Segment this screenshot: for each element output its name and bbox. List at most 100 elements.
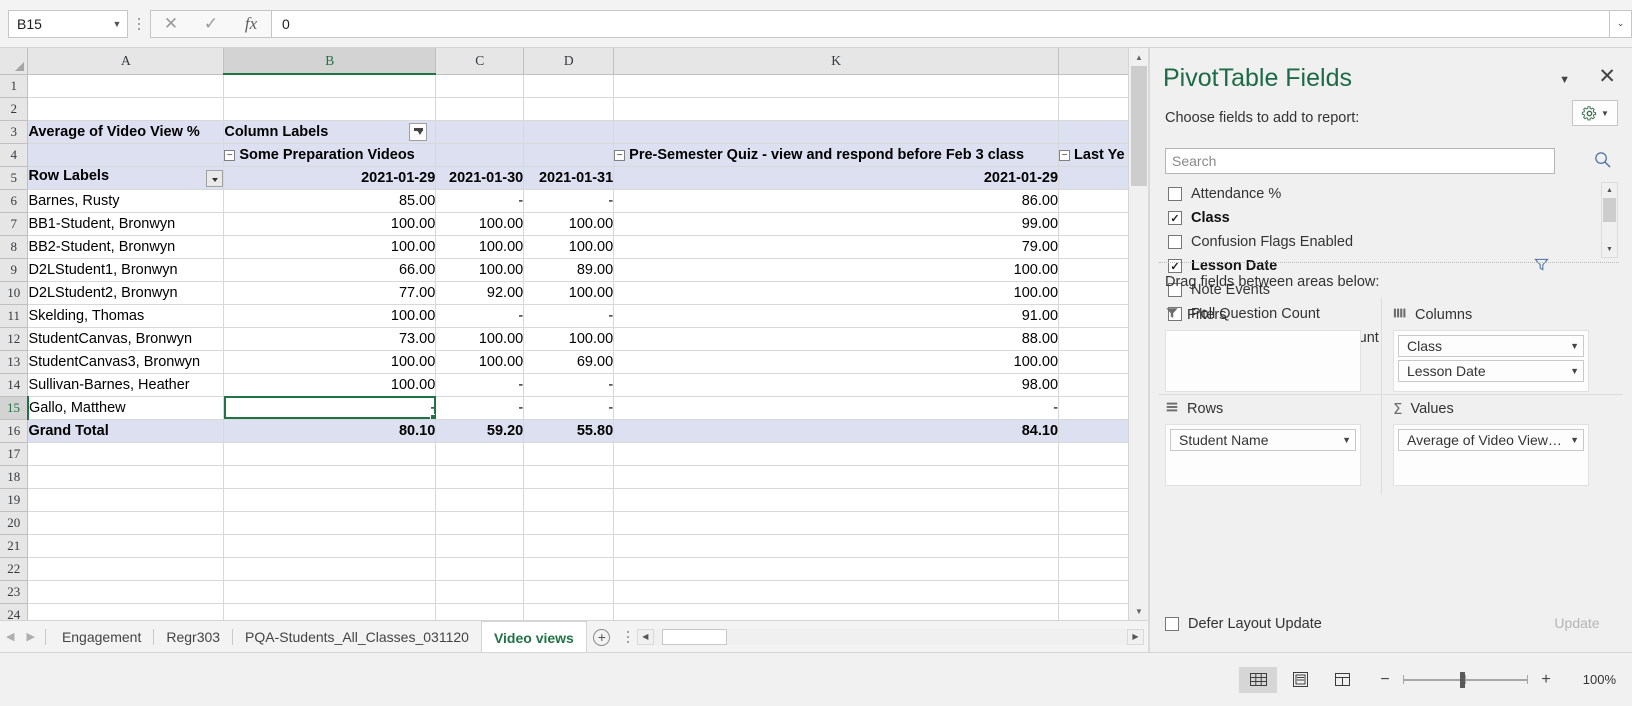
cell-k23[interactable] <box>614 580 1059 603</box>
page-layout-icon[interactable] <box>1281 667 1319 693</box>
cell-c9[interactable]: 100.00 <box>436 258 524 281</box>
hscroll-left-icon[interactable]: ◀ <box>637 629 654 645</box>
tab-overflow-icon[interactable] <box>627 631 629 643</box>
cell-d14[interactable]: - <box>524 373 614 396</box>
cell-c22[interactable] <box>436 557 524 580</box>
sheet-prev-icon[interactable]: ◀ <box>6 630 14 643</box>
cell-a3-value-caption[interactable]: Average of Video View % <box>28 120 224 143</box>
cell-d19[interactable] <box>524 488 614 511</box>
cell-k5-date[interactable]: 2021-01-29 <box>614 166 1059 189</box>
row-header-2[interactable]: 2 <box>0 97 28 120</box>
cell-c15[interactable]: - <box>436 396 524 419</box>
cell-b22[interactable] <box>224 557 436 580</box>
cell-k16-grand-total[interactable]: 84.10 <box>614 419 1059 442</box>
cell-b3-column-labels[interactable]: Column Labels <box>224 120 436 143</box>
cell-k12[interactable]: 88.00 <box>614 327 1059 350</box>
cell-a2[interactable] <box>28 97 224 120</box>
cell-c12[interactable]: 100.00 <box>436 327 524 350</box>
cell-b5-date[interactable]: 2021-01-29 <box>224 166 436 189</box>
cell-k7[interactable]: 99.00 <box>614 212 1059 235</box>
cell-k9[interactable]: 100.00 <box>614 258 1059 281</box>
area-filters-dropzone[interactable] <box>1165 330 1361 392</box>
collapse-group-1-icon[interactable]: − <box>224 150 235 161</box>
field-list-scrollbar[interactable]: ▲ ▼ <box>1601 182 1618 258</box>
cell-c8[interactable]: 100.00 <box>436 235 524 258</box>
zoom-slider[interactable] <box>1403 679 1528 681</box>
cell-d15[interactable]: - <box>524 396 614 419</box>
cell-c14[interactable]: - <box>436 373 524 396</box>
cell-d8[interactable]: 100.00 <box>524 235 614 258</box>
cell-b12[interactable]: 73.00 <box>224 327 436 350</box>
checkbox-unchecked-icon[interactable] <box>1168 187 1182 201</box>
filter-icon[interactable] <box>1534 257 1549 276</box>
vertical-scrollbar-thumb[interactable] <box>1131 66 1147 186</box>
grid-vertical-scrollbar[interactable]: ▲ ▼ <box>1128 48 1148 620</box>
add-sheet-icon[interactable]: + <box>587 627 617 647</box>
cell-c17[interactable] <box>436 442 524 465</box>
field-item-attendance[interactable]: Attendance % <box>1165 182 1555 206</box>
cell-a24[interactable] <box>28 603 224 620</box>
insert-function-icon[interactable]: fx <box>231 11 271 37</box>
row-header-21[interactable]: 21 <box>0 534 28 557</box>
cell-d18[interactable] <box>524 465 614 488</box>
cell-c21[interactable] <box>436 534 524 557</box>
area-values-dropzone[interactable]: Average of Video View… ▼ <box>1393 424 1589 486</box>
cell-a21[interactable] <box>28 534 224 557</box>
cell-b8[interactable]: 100.00 <box>224 235 436 258</box>
area-field-class[interactable]: Class ▼ <box>1398 335 1584 357</box>
cell-d16-grand-total[interactable]: 55.80 <box>524 419 614 442</box>
cell-b13[interactable]: 100.00 <box>224 350 436 373</box>
cell-c3[interactable] <box>436 120 524 143</box>
cell-c23[interactable] <box>436 580 524 603</box>
column-header-k[interactable]: K <box>614 48 1059 74</box>
row-header-17[interactable]: 17 <box>0 442 28 465</box>
cell-a11-student[interactable]: Skelding, Thomas <box>28 304 224 327</box>
row-header-13[interactable]: 13 <box>0 350 28 373</box>
cell-k17[interactable] <box>614 442 1059 465</box>
cell-d5-date[interactable]: 2021-01-31 <box>524 166 614 189</box>
cell-b15-selected[interactable]: - <box>224 396 436 419</box>
hscroll-track[interactable] <box>654 629 1127 645</box>
row-header-22[interactable]: 22 <box>0 557 28 580</box>
cell-k14[interactable]: 98.00 <box>614 373 1059 396</box>
scroll-down-icon[interactable]: ▼ <box>1129 602 1149 620</box>
cell-c6[interactable]: - <box>436 189 524 212</box>
area-values[interactable]: Σ Values Average of Video View… ▼ <box>1393 398 1589 486</box>
spreadsheet-grid[interactable]: A B C D K 1 2 <box>0 48 1148 620</box>
cell-k22[interactable] <box>614 557 1059 580</box>
row-header-9[interactable]: 9 <box>0 258 28 281</box>
field-list[interactable]: Attendance % ✓ Class Confusion Flags Ena… <box>1165 182 1555 258</box>
chevron-down-icon[interactable]: ▼ <box>1570 435 1579 445</box>
cell-d1[interactable] <box>524 74 614 97</box>
row-header-5[interactable]: 5 <box>0 166 28 189</box>
row-labels-filter-icon[interactable] <box>206 170 223 187</box>
cell-d13[interactable]: 69.00 <box>524 350 614 373</box>
cell-a23[interactable] <box>28 580 224 603</box>
cell-c18[interactable] <box>436 465 524 488</box>
name-box[interactable]: B15 ▼ <box>8 10 128 38</box>
row-header-11[interactable]: 11 <box>0 304 28 327</box>
area-rows[interactable]: Rows Student Name ▼ <box>1165 398 1361 486</box>
field-list-scrollbar-thumb[interactable] <box>1603 198 1616 222</box>
cell-b18[interactable] <box>224 465 436 488</box>
chevron-down-icon[interactable]: ▼ <box>1559 74 1570 86</box>
cell-a15-student[interactable]: Gallo, Matthew <box>28 396 224 419</box>
sheet-tab-engagement[interactable]: Engagement <box>50 622 153 652</box>
cell-d21[interactable] <box>524 534 614 557</box>
cell-k2[interactable] <box>614 97 1059 120</box>
chevron-down-icon[interactable]: ▼ <box>1570 341 1579 351</box>
cell-k19[interactable] <box>614 488 1059 511</box>
gear-icon[interactable]: ▼ <box>1572 100 1618 126</box>
cell-a6-student[interactable]: Barnes, Rusty <box>28 189 224 212</box>
confirm-formula-icon[interactable]: ✓ <box>191 11 231 37</box>
cell-a1[interactable] <box>28 74 224 97</box>
cell-k21[interactable] <box>614 534 1059 557</box>
cell-d2[interactable] <box>524 97 614 120</box>
column-header-b[interactable]: B <box>224 48 436 74</box>
checkbox-checked-icon[interactable]: ✓ <box>1168 211 1182 225</box>
collapse-group-2-icon[interactable]: − <box>614 150 625 161</box>
column-labels-filter-icon[interactable] <box>409 123 427 141</box>
cell-a12-student[interactable]: StudentCanvas, Bronwyn <box>28 327 224 350</box>
cell-a19[interactable] <box>28 488 224 511</box>
sheet-tab-video-views[interactable]: Video views <box>481 621 587 653</box>
